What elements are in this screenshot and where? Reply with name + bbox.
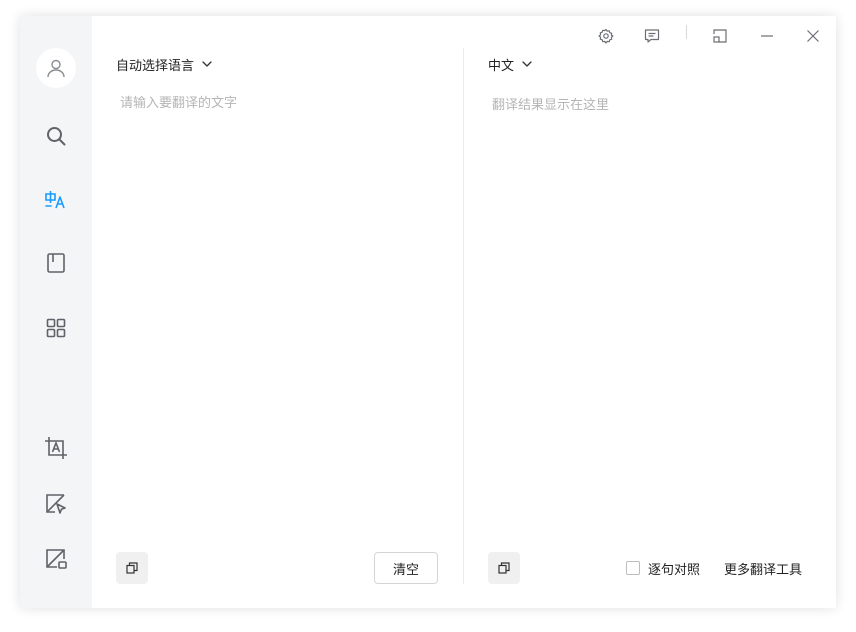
user-icon bbox=[45, 57, 67, 79]
gear-icon bbox=[598, 28, 614, 44]
message-icon bbox=[644, 28, 660, 44]
source-language-label: 自动选择语言 bbox=[116, 58, 195, 74]
mini-window-icon bbox=[712, 28, 728, 44]
sentence-align-label: 逐句对照 bbox=[648, 562, 701, 578]
sidebar-item-pointer-translate[interactable] bbox=[36, 484, 76, 524]
crop-text-icon bbox=[44, 436, 68, 460]
titlebar-divider bbox=[686, 25, 687, 39]
copy-icon bbox=[498, 562, 510, 574]
close-button[interactable] bbox=[799, 22, 827, 50]
minimize-button[interactable] bbox=[753, 22, 781, 50]
image-translate-icon bbox=[44, 547, 68, 571]
minimize-icon bbox=[760, 29, 774, 43]
result-copy-button[interactable] bbox=[488, 552, 520, 584]
sidebar-item-image-translate[interactable] bbox=[36, 539, 76, 579]
chevron-down-icon bbox=[202, 61, 212, 67]
source-text-input[interactable] bbox=[116, 88, 454, 556]
sidebar-item-book[interactable] bbox=[36, 243, 76, 283]
sidebar-item-translate[interactable] bbox=[36, 180, 76, 220]
chevron-down-icon bbox=[522, 61, 532, 67]
sidebar-item-screenshot-translate[interactable] bbox=[36, 428, 76, 468]
sentence-align-checkbox[interactable] bbox=[626, 561, 640, 575]
settings-button[interactable] bbox=[592, 22, 620, 50]
clear-button[interactable]: 清空 bbox=[374, 552, 438, 584]
sentence-align-toggle[interactable]: 逐句对照 bbox=[626, 559, 701, 578]
mini-window-button[interactable] bbox=[706, 22, 734, 50]
feedback-button[interactable] bbox=[638, 22, 666, 50]
sidebar bbox=[20, 16, 92, 608]
close-icon bbox=[806, 29, 820, 43]
pointer-translate-icon bbox=[44, 492, 68, 516]
sidebar-item-apps[interactable] bbox=[36, 308, 76, 348]
sidebar-item-search[interactable] bbox=[36, 116, 76, 156]
target-language-label: 中文 bbox=[488, 58, 515, 74]
avatar[interactable] bbox=[36, 48, 76, 88]
more-tools-link[interactable]: 更多翻译工具 bbox=[724, 559, 802, 578]
grid-icon bbox=[45, 317, 67, 339]
target-language-select[interactable]: 中文 bbox=[488, 54, 532, 74]
source-language-select[interactable]: 自动选择语言 bbox=[116, 54, 212, 74]
result-placeholder: 翻译结果显示在这里 bbox=[492, 98, 610, 113]
source-copy-button[interactable] bbox=[116, 552, 148, 584]
book-icon bbox=[45, 252, 67, 274]
translator-window: 自动选择语言 清空 中文 翻译结果显示在这里 bbox=[20, 16, 836, 608]
copy-icon bbox=[126, 562, 138, 574]
pane-divider bbox=[463, 48, 464, 584]
search-icon bbox=[45, 125, 67, 147]
translate-icon bbox=[44, 188, 68, 212]
